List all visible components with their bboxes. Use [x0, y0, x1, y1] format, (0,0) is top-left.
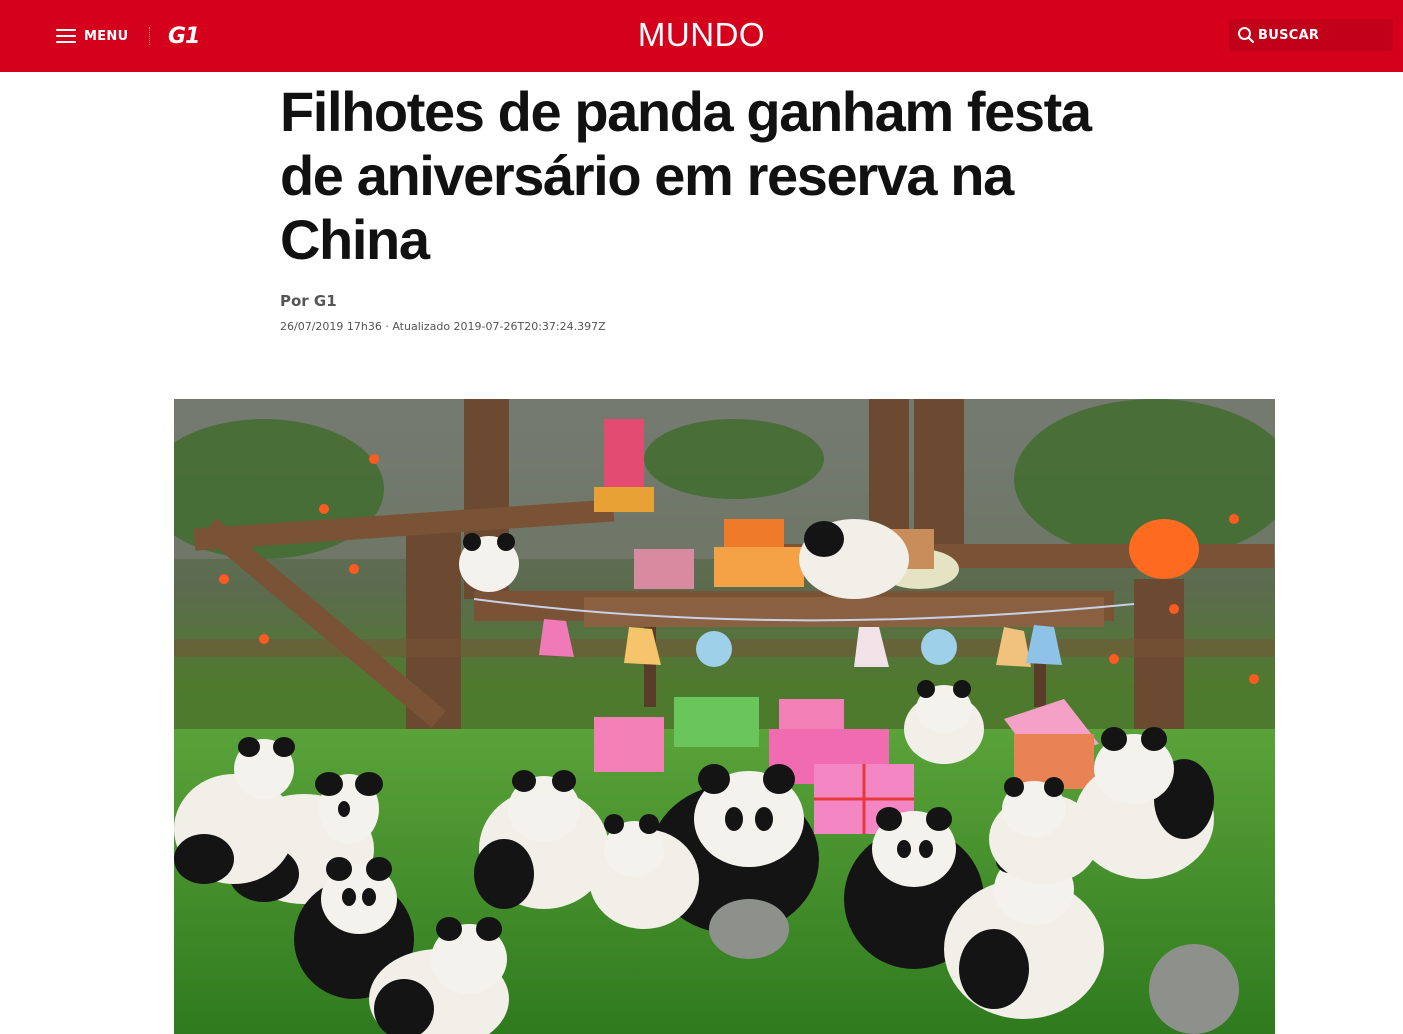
hamburger-icon: [56, 29, 76, 43]
menu-button[interactable]: MENU: [56, 25, 128, 47]
search-icon: [1238, 27, 1255, 44]
menu-label: MENU: [84, 28, 129, 44]
search-button[interactable]: BUSCAR: [1229, 19, 1393, 51]
article-dateline: 26/07/2019 17h36 · Atualizado 2019-07-26…: [280, 320, 606, 333]
article-photo[interactable]: [174, 399, 1275, 1034]
g1-logo[interactable]: G1: [168, 24, 200, 49]
top-header: MENU G1 MUNDO BUSCAR: [0, 0, 1403, 72]
panda-party-image: [174, 399, 1275, 1034]
section-title: MUNDO: [637, 16, 766, 53]
header-divider: [149, 27, 150, 45]
article-byline: Por G1: [280, 292, 337, 310]
search-label: BUSCAR: [1258, 27, 1320, 43]
article-headline: Filhotes de panda ganham festa de aniver…: [280, 80, 1092, 271]
